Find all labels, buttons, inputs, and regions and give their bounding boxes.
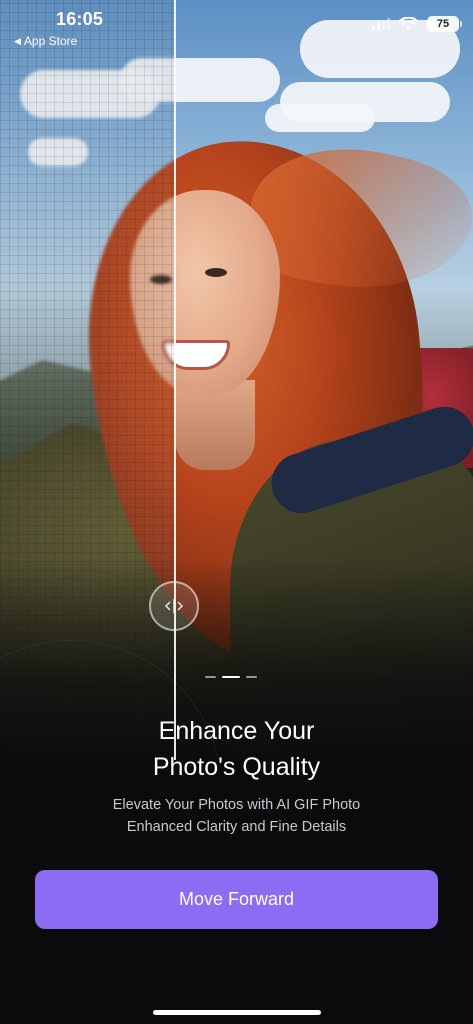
comparison-divider[interactable] [174, 0, 176, 760]
status-icons: 75 [372, 16, 462, 32]
page-dot-active [222, 676, 240, 678]
battery-icon: 75 [427, 16, 462, 32]
onboarding-title: Enhance Your Photo's Quality [0, 713, 473, 785]
wifi-icon [399, 17, 418, 30]
onboarding-subtitle: Elevate Your Photos with AI GIF Photo En… [0, 794, 473, 838]
status-bar: 16:05 ◀ App Store 75 [0, 0, 473, 56]
subtitle-line-1: Elevate Your Photos with AI GIF Photo [112, 797, 361, 813]
back-arrow-icon: ◀ [14, 35, 21, 46]
page-dot [246, 676, 257, 678]
status-time: 16:05 [56, 9, 104, 29]
subtitle-line-2: Enhanced Clarity and Fine Details [126, 819, 347, 835]
eye [205, 268, 227, 277]
title-line-2: Photo's Quality [152, 753, 321, 781]
cloud [265, 104, 375, 132]
move-forward-button[interactable]: Move Forward [35, 870, 438, 929]
onboarding-screen: 16:05 ◀ App Store 75 Enhance Your Photo'… [0, 0, 473, 1024]
page-dot [205, 676, 216, 678]
back-app-label: App Store [23, 34, 78, 48]
cellular-signal-icon [372, 18, 390, 30]
before-after-photo[interactable] [0, 0, 473, 760]
home-indicator[interactable] [153, 1010, 321, 1015]
comparison-slider-handle[interactable] [149, 581, 199, 631]
split-arrows-icon [164, 599, 184, 613]
page-indicator [205, 676, 257, 678]
back-to-app-store[interactable]: ◀ App Store [14, 34, 77, 48]
battery-level: 75 [436, 18, 450, 30]
title-line-1: Enhance Your [158, 717, 315, 745]
